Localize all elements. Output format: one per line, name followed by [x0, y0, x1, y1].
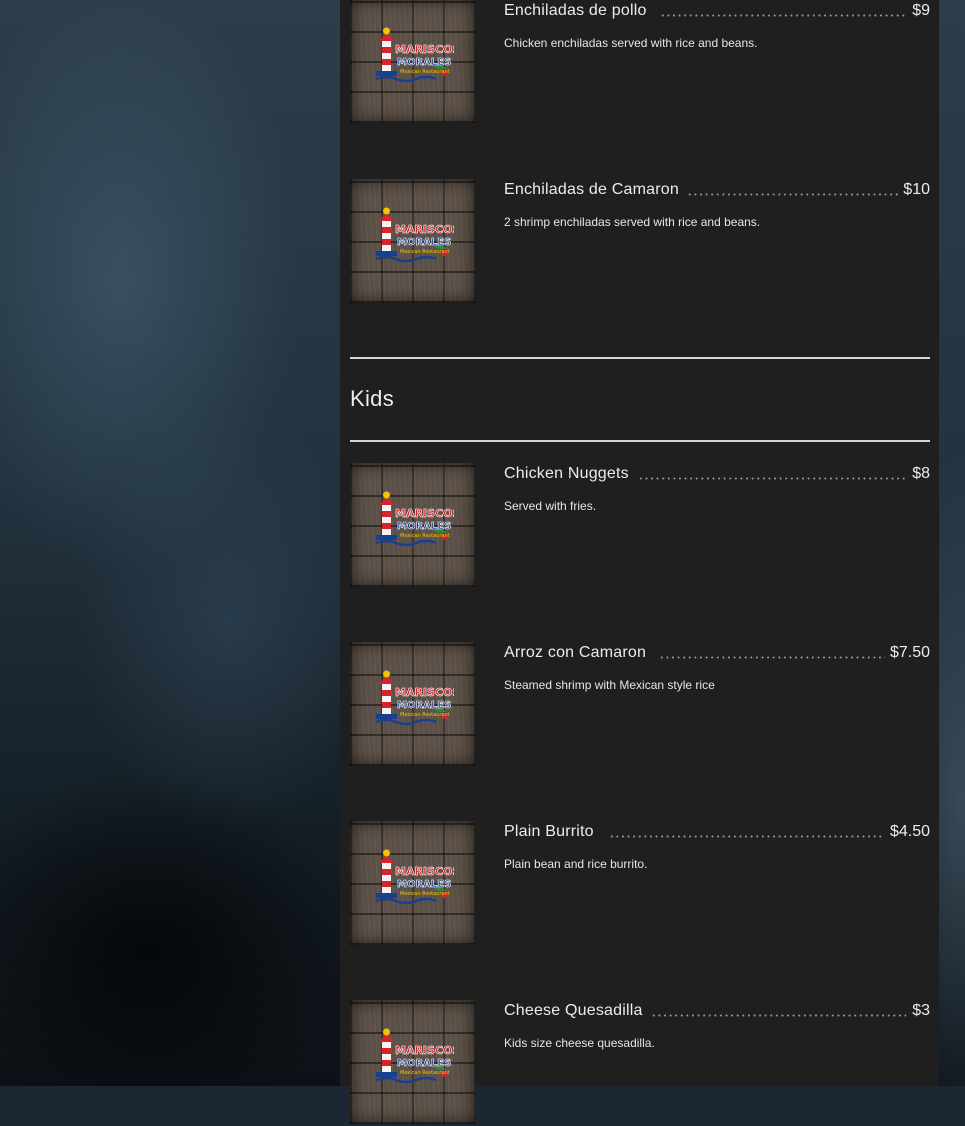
- logo-line2-text: MORALES: [397, 521, 451, 532]
- menu-item[interactable]: MARISCOS MORALES Mexican Restaurant Arro…: [350, 642, 930, 768]
- leader-dots: [687, 193, 899, 196]
- item-name: Cheese Quesadilla: [504, 1002, 643, 1019]
- menu-item[interactable]: MARISCOS MORALES Mexican Restaurant Chee…: [350, 1000, 930, 1126]
- logo-line1-text: MARISCOS: [395, 686, 454, 699]
- logo-line1-text: MARISCOS: [395, 865, 454, 878]
- item-name: Enchiladas de Camaron: [504, 181, 679, 198]
- item-name: Enchiladas de pollo: [504, 2, 647, 19]
- item-price: $9: [912, 2, 930, 19]
- logo-line1-text: MARISCOS: [395, 43, 454, 56]
- restaurant-logo-icon: MARISCOS MORALES Mexican Restaurant: [372, 849, 454, 913]
- item-thumbnail[interactable]: MARISCOS MORALES Mexican Restaurant: [350, 1000, 475, 1124]
- item-thumbnail[interactable]: MARISCOS MORALES Mexican Restaurant: [350, 821, 475, 945]
- section-divider: [350, 440, 930, 442]
- item-name: Arroz con Camaron: [504, 644, 647, 661]
- item-thumbnail[interactable]: MARISCOS MORALES Mexican Restaurant: [350, 0, 475, 123]
- restaurant-logo-icon: MARISCOS MORALES Mexican Restaurant: [372, 207, 454, 271]
- item-description: Kids size cheese quesadilla.: [504, 1036, 655, 1050]
- logo-line3-text: Mexican Restaurant: [400, 249, 450, 255]
- item-description: Plain bean and rice burrito.: [504, 857, 648, 871]
- leader-dots: [609, 835, 885, 838]
- logo-line3-text: Mexican Restaurant: [400, 891, 450, 897]
- restaurant-logo-icon: MARISCOS MORALES Mexican Restaurant: [372, 670, 454, 734]
- leader-dots: [659, 656, 885, 659]
- menu-item[interactable]: MARISCOS MORALES Mexican Restaurant Ench…: [350, 179, 930, 305]
- logo-line3-text: Mexican Restaurant: [400, 1070, 450, 1076]
- item-thumbnail[interactable]: MARISCOS MORALES Mexican Restaurant: [350, 179, 475, 303]
- item-thumbnail[interactable]: MARISCOS MORALES Mexican Restaurant: [350, 463, 475, 587]
- logo-line3-text: Mexican Restaurant: [400, 712, 450, 718]
- item-price: $3: [912, 1002, 930, 1019]
- logo-line1-text: MARISCOS: [395, 1044, 454, 1057]
- section-title-kids: Kids: [350, 386, 394, 411]
- item-name: Plain Burrito: [504, 823, 594, 840]
- leader-dots: [651, 1014, 906, 1017]
- leader-dots: [638, 477, 906, 480]
- leader-dots: [660, 14, 906, 17]
- logo-line2-text: MORALES: [397, 879, 451, 890]
- item-price: $10: [903, 181, 930, 198]
- logo-line2-text: MORALES: [397, 1058, 451, 1069]
- item-description: Chicken enchiladas served with rice and …: [504, 36, 758, 50]
- logo-line1-text: MARISCOS: [395, 223, 454, 236]
- item-description: 2 shrimp enchiladas served with rice and…: [504, 215, 761, 229]
- restaurant-logo-icon: MARISCOS MORALES Mexican Restaurant: [372, 27, 454, 91]
- logo-line3-text: Mexican Restaurant: [400, 69, 450, 75]
- item-description: Steamed shrimp with Mexican style rice: [504, 678, 715, 692]
- logo-line3-text: Mexican Restaurant: [400, 533, 450, 539]
- logo-line2-text: MORALES: [397, 57, 451, 68]
- menu-item[interactable]: MARISCOS MORALES Mexican Restaurant Ench…: [350, 0, 930, 126]
- item-description: Served with fries.: [504, 499, 597, 513]
- item-price: $8: [912, 465, 930, 482]
- item-price: $4.50: [889, 823, 930, 840]
- restaurant-logo-icon: MARISCOS MORALES Mexican Restaurant: [372, 1028, 454, 1092]
- logo-line2-text: MORALES: [397, 700, 451, 711]
- item-name: Chicken Nuggets: [504, 465, 629, 482]
- menu-item[interactable]: MARISCOS MORALES Mexican Restaurant Chic…: [350, 463, 930, 589]
- item-thumbnail[interactable]: MARISCOS MORALES Mexican Restaurant: [350, 642, 475, 766]
- section-divider: [350, 357, 930, 359]
- restaurant-logo-icon: MARISCOS MORALES Mexican Restaurant: [372, 491, 454, 555]
- item-price: $7.50: [889, 644, 930, 661]
- logo-line1-text: MARISCOS: [395, 507, 454, 520]
- menu-item[interactable]: MARISCOS MORALES Mexican Restaurant Plai…: [350, 821, 930, 947]
- logo-line2-text: MORALES: [397, 237, 451, 248]
